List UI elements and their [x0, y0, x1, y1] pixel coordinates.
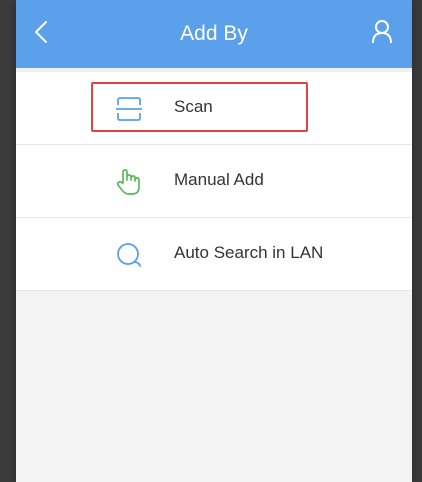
- auto-search-label: Auto Search in LAN: [174, 243, 324, 262]
- option-auto-search[interactable]: Auto Search in LAN: [16, 218, 412, 291]
- option-scan[interactable]: Scan: [16, 72, 412, 145]
- manual-add-label: Manual Add: [174, 170, 264, 189]
- search-icon: [113, 240, 145, 270]
- page-title: Add By: [180, 22, 248, 45]
- back-button[interactable]: [22, 12, 62, 52]
- chevron-left-icon: [35, 21, 47, 43]
- header-bar: Add By: [16, 0, 412, 68]
- empty-area: [16, 292, 412, 482]
- hand-pointer-icon: [113, 167, 145, 197]
- user-button[interactable]: [362, 12, 402, 52]
- app-screen: Add By Scan Manual Add Auto Search in LA…: [16, 0, 412, 482]
- user-icon: [372, 20, 392, 44]
- option-manual-add[interactable]: Manual Add: [16, 145, 412, 218]
- scan-label: Scan: [174, 97, 213, 116]
- scan-icon: [113, 94, 145, 124]
- add-options-list: Scan Manual Add Auto Search in LAN: [16, 72, 412, 291]
